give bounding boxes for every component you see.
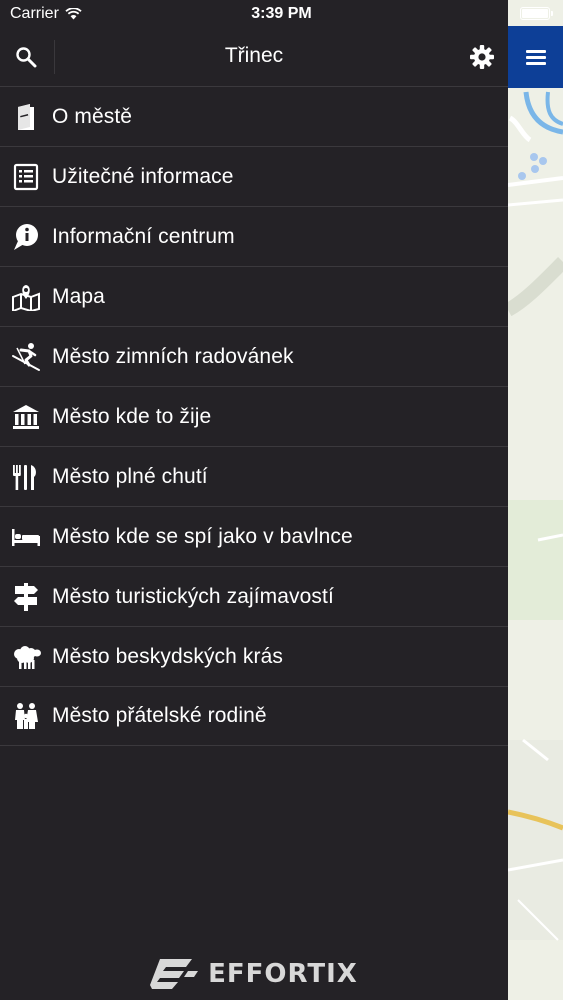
menu-item-label: Město beskydských krás (52, 644, 283, 668)
signpost-icon (0, 567, 52, 627)
menu-item-label: Mapa (52, 284, 105, 308)
status-bar: Carrier 3:39 PM (0, 0, 508, 28)
status-time: 3:39 PM (251, 5, 312, 22)
header-bar: Třinec (0, 28, 508, 86)
book-icon (0, 87, 52, 147)
menu-item-label: Město kde se spí jako v bavlnce (52, 524, 353, 548)
map-pin-icon (0, 267, 52, 327)
menu-item-label: Město kde to žije (52, 404, 212, 428)
menu-item-mesto-beskydskych-kras[interactable]: Město beskydských krás (0, 626, 508, 686)
menu-item-mapa[interactable]: Mapa (0, 266, 508, 326)
main-menu: O městě Užitečné informace Informační ce… (0, 86, 508, 746)
page-title: Třinec (224, 44, 284, 67)
menu-item-label: Město přátelské rodině (52, 704, 267, 727)
menu-item-mesto-turistickych-zajimavosti[interactable]: Město turistických zajímavostí (0, 566, 508, 626)
menu-item-label: Město turistických zajímavostí (52, 584, 334, 608)
brand-name: EFFORTIX (208, 959, 358, 989)
menu-item-label: Informační centrum (52, 224, 235, 248)
app-screen: Carrier 3:39 PM Třinec O městě Užitečné … (0, 0, 563, 1000)
settings-button[interactable] (458, 28, 506, 86)
skier-icon (0, 327, 52, 387)
museum-icon (0, 387, 52, 447)
effortix-logo-icon (150, 959, 199, 989)
menu-item-mesto-plne-chuti[interactable]: Město plné chutí (0, 446, 508, 506)
menu-item-mesto-pratelske-rodine[interactable]: Město přátelské rodině (0, 686, 508, 746)
menu-item-mesto-kde-se-spi[interactable]: Město kde se spí jako v bavlnce (0, 506, 508, 566)
menu-toggle-button[interactable] (508, 26, 563, 88)
map-view[interactable] (508, 0, 563, 1000)
menu-item-o-meste[interactable]: O městě (0, 86, 508, 146)
family-icon (0, 686, 52, 746)
battery-icon (520, 7, 553, 20)
footer-logo: EFFORTIX (0, 952, 508, 996)
menu-item-label: Město zimních radovánek (52, 344, 294, 368)
cutlery-icon (0, 447, 52, 507)
menu-item-label: Užitečné informace (52, 164, 234, 188)
bed-icon (0, 507, 52, 567)
document-list-icon (0, 147, 52, 207)
menu-item-label: O městě (52, 104, 133, 128)
gear-icon (470, 45, 494, 69)
menu-item-label: Město plné chutí (52, 464, 208, 488)
menu-item-informacni-centrum[interactable]: Informační centrum (0, 206, 508, 266)
menu-item-mesto-zimnich-radovanek[interactable]: Město zimních radovánek (0, 326, 508, 386)
menu-item-uzitecne-informace[interactable]: Užitečné informace (0, 146, 508, 206)
sheep-icon (0, 627, 52, 687)
menu-item-mesto-kde-to-zije[interactable]: Město kde to žije (0, 386, 508, 446)
hamburger-icon (525, 47, 546, 68)
info-bubble-icon (0, 207, 52, 267)
